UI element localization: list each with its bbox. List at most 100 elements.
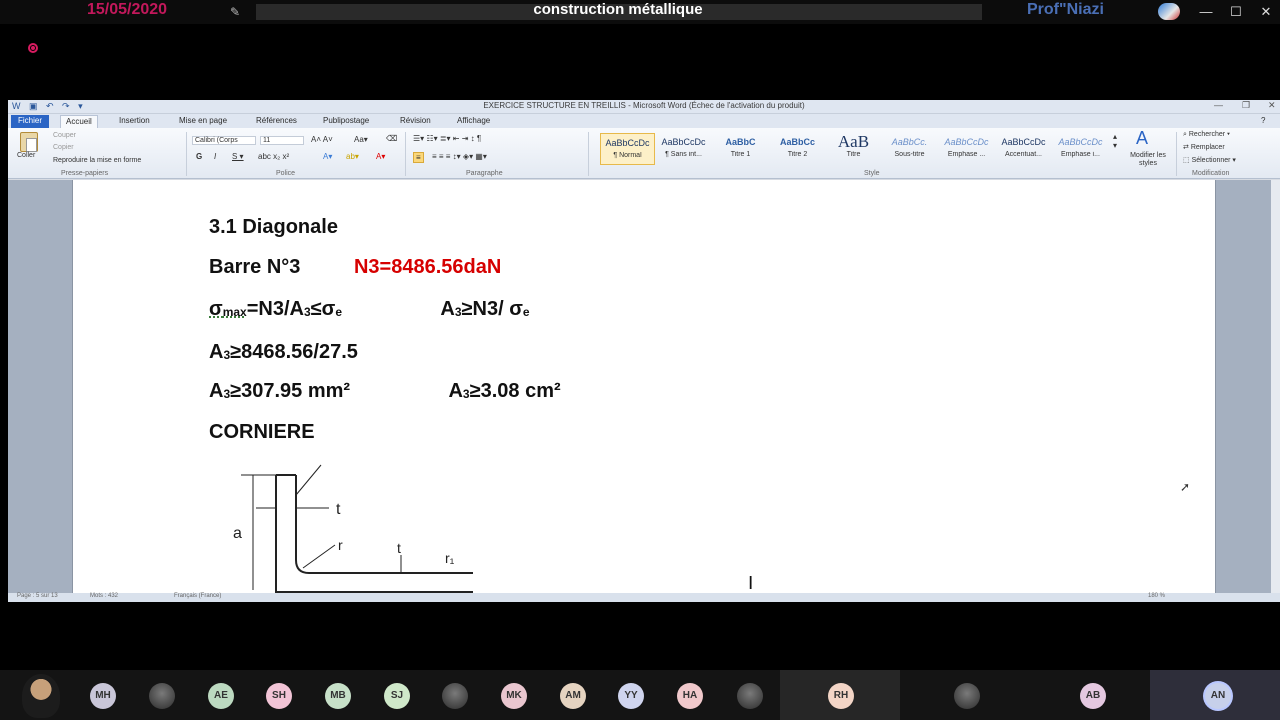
presence-icon[interactable] [1158,3,1180,20]
help-icon[interactable]: ? [1256,115,1270,128]
area-line-2: A3≥307.95 mm² A3≥3.08 cm² [209,380,561,403]
strikethrough-icon[interactable]: abc x₂ x² [258,152,289,161]
cut-button[interactable]: Couper [53,132,76,139]
tab-insertion[interactable]: Insertion [114,115,155,128]
paste-button[interactable]: Coller [17,152,35,159]
participant-avatar[interactable]: MB [325,683,351,709]
select-button[interactable]: ⬚ Sélectionner ▾ [1183,156,1236,164]
participants-bar: MH AE SH MB SJ MK AM YY HA RH AB AN [0,670,1280,720]
participant-avatar[interactable]: SH [266,683,292,709]
style-option[interactable]: AaBbCcDc ¶ Sans int... [656,133,711,165]
status-zoom[interactable]: 180 % [1148,593,1165,599]
style-sample: AaBbCc [779,137,815,147]
find-label: Rechercher [1188,131,1226,138]
presenter-name: Prof"Niazi [1027,1,1104,18]
tab-references[interactable]: Références [251,115,302,128]
participant-avatar[interactable] [442,683,468,709]
force-value: N3=8486.56daN [353,256,502,278]
word-close-icon[interactable]: ✕ [1268,100,1276,111]
style-name: Sous-titre [894,151,925,158]
shared-screen: W ▣ ↶ ↷ ▾ EXERCICE STRUCTURE EN TREILLIS… [8,100,1280,602]
participant-avatar[interactable] [737,683,763,709]
participant-avatar[interactable]: AE [208,683,234,709]
style-option[interactable]: AaBbCc Titre 2 [770,133,825,165]
participant-avatar[interactable]: MK [501,683,527,709]
word-minimize-icon[interactable]: — [1214,100,1223,110]
participant-avatar[interactable]: AN [1205,683,1231,709]
font-grow-icon[interactable]: A˄ A˅ [311,135,333,144]
maximize-button[interactable]: ☐ [1226,2,1246,22]
modify-styles-icon[interactable]: A [1136,128,1148,149]
vertical-scrollbar[interactable] [1271,180,1280,593]
participant-avatar[interactable]: AM [560,683,586,709]
participant-avatar[interactable]: AB [1080,683,1106,709]
mouse-pointer-icon: ➚ [1180,480,1191,494]
align-icons[interactable]: ≡ ≡ ≡ ↕▾ ◈▾ ▦▾ [432,152,487,161]
text-effects-icon[interactable]: A▾ [323,152,332,161]
style-name: Titre 1 [730,151,751,158]
ribbon-separator [588,132,589,176]
tab-mise-en-page[interactable]: Mise en page [174,115,232,128]
style-option[interactable]: AaBbCcDc ¶ Normal [600,133,655,165]
bold-icon[interactable]: G [196,152,202,161]
style-option[interactable]: AaBbCcDc Accentuat... [996,133,1051,165]
find-button[interactable]: ⌕ Rechercher ▾ [1183,131,1230,139]
style-name: Titre 2 [787,151,808,158]
bar-label: Barre N°3 [209,256,301,278]
format-painter-button[interactable]: Reproduire la mise en forme [53,157,141,164]
presenter-avatar[interactable] [22,674,60,718]
style-option[interactable]: AaBbCcDc Emphase i... [1053,133,1108,165]
status-page[interactable]: Page : 5 sur 13 [17,593,58,599]
participant-avatar[interactable] [149,683,175,709]
participant-avatar[interactable]: RH [828,683,854,709]
word-restore-icon[interactable]: ❐ [1242,100,1250,111]
font-name-select[interactable]: Calibri (Corps [192,136,256,145]
styles-scroll-icon[interactable]: ▴ ▾ [1113,132,1117,150]
replace-button[interactable]: ⇄ Remplacer [1183,143,1225,151]
status-words[interactable]: Mots : 432 [90,593,118,599]
select-label: Sélectionner [1191,157,1231,164]
style-sample: AaB [837,133,870,151]
highlight-icon[interactable]: ab▾ [346,152,359,161]
paste-icon[interactable] [20,132,38,152]
document-page[interactable]: 3.1 Diagonale Barre N°3 N3=8486.56daN σm… [72,180,1216,593]
list-icons[interactable]: ☰▾ ☷▾ ≣▾ ⇤ ⇥ ↕ ¶ [413,134,481,143]
replace-label: Remplacer [1190,144,1225,151]
eq2-sub2: e [522,305,530,319]
copy-button[interactable]: Copier [53,144,74,151]
angle-section-figure: a t r t r₁ [233,464,473,593]
italic-icon[interactable]: I [214,152,216,161]
status-language[interactable]: Français (France) [174,593,221,599]
participant-avatar[interactable]: HA [677,683,703,709]
style-option[interactable]: AaBbC Titre 1 [713,133,768,165]
tab-fichier[interactable]: Fichier [11,115,50,128]
eq1-sub: 3 [303,305,311,319]
change-case-icon[interactable]: Aa▾ [354,135,368,144]
tab-revision[interactable]: Révision [395,115,436,128]
align-left-icon[interactable]: ≡ [413,152,424,163]
font-size-select[interactable]: 11 [260,136,304,145]
style-option[interactable]: AaBbCc. Sous-titre [882,133,937,165]
modify-styles-button[interactable]: Modifier les styles [1126,152,1170,168]
participant-avatar[interactable] [954,683,980,709]
eq2-sub: 3 [454,305,462,319]
tab-publipostage[interactable]: Publipostage [318,115,374,128]
underline-icon[interactable]: S ▾ [232,152,244,161]
style-sample: AaBbCcDc [1001,137,1046,147]
style-name: ¶ Sans int... [665,151,702,158]
close-button[interactable]: ✕ [1256,2,1276,22]
area-line-1: A3≥8468.56/27.5 [209,341,358,364]
r-leader [302,544,336,569]
section-heading: 3.1 Diagonale [209,216,338,238]
font-color-icon[interactable]: A▾ [376,152,385,161]
style-option[interactable]: AaB Titre [826,133,881,165]
sigma-max: σmax [209,298,247,320]
minimize-button[interactable]: — [1196,2,1216,22]
style-option[interactable]: AaBbCcDc Emphase ... [939,133,994,165]
tab-affichage[interactable]: Affichage [452,115,495,128]
tab-accueil[interactable]: Accueil [60,115,98,128]
participant-avatar[interactable]: SJ [384,683,410,709]
clear-format-icon[interactable]: ⌫ [386,134,397,143]
participant-avatar[interactable]: MH [90,683,116,709]
participant-avatar[interactable]: YY [618,683,644,709]
